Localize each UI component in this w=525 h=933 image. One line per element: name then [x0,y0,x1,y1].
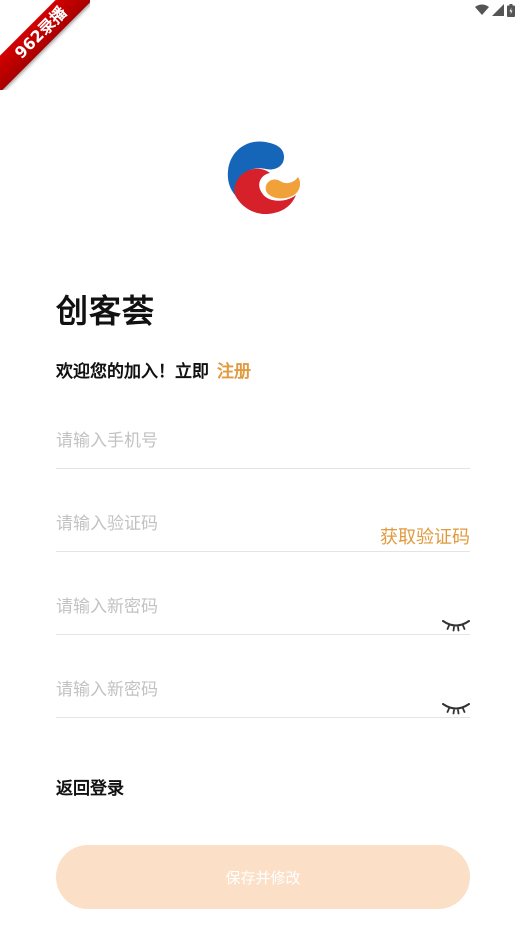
wifi-icon [475,4,489,15]
signal-icon [492,4,504,16]
confirm-password-input[interactable] [56,675,356,705]
phone-field [56,418,470,469]
eye-closed-icon[interactable] [442,701,470,715]
phone-input[interactable] [56,426,356,456]
watermark-ribbon: 962录播 [0,0,90,90]
code-field: 获取验证码 [56,501,470,552]
new-password-field [56,584,470,635]
register-link[interactable]: 注册 [217,357,251,382]
back-to-login-link[interactable]: 返回登录 [56,774,124,799]
code-input[interactable] [56,509,356,539]
welcome-line: 欢迎您的加入！立即 注册 [56,357,251,382]
page-title: 创客荟 [56,292,156,330]
welcome-text: 欢迎您的加入！立即 [56,362,209,382]
status-bar [475,3,515,17]
new-password-input[interactable] [56,592,356,622]
get-code-button[interactable]: 获取验证码 [380,523,470,549]
confirm-password-field [56,667,470,718]
eye-closed-icon[interactable] [442,618,470,632]
battery-icon [507,3,515,17]
save-and-modify-button[interactable]: 保存并修改 [56,845,470,909]
watermark-text: 962录播 [0,0,90,90]
reset-password-screen: 962录播 创客荟 欢迎您的加入！立即 注册 获取验证码 [0,0,525,933]
brand-logo-icon [227,141,301,215]
